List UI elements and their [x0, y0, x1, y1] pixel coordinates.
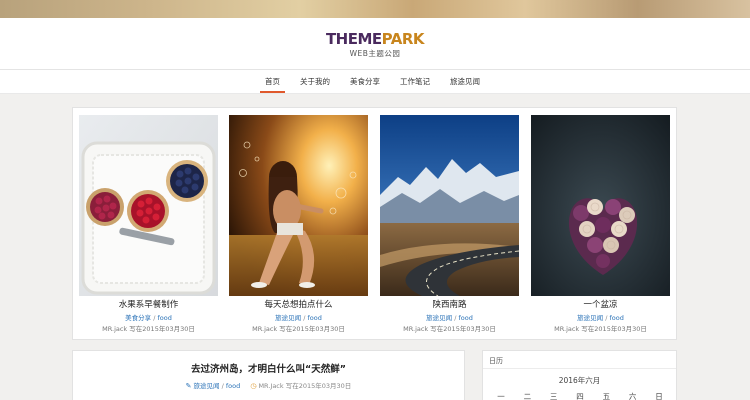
nav-item-home[interactable]: 首页: [255, 70, 290, 94]
card-category: 旅途见闻 / food: [426, 314, 473, 322]
featured-card[interactable]: 陕西南路 旅途见闻 / food MR.jack 写在2015年03月30日: [380, 115, 519, 333]
calendar-weekdays: 一 二 三 四 五 六 日: [491, 391, 669, 400]
category-link[interactable]: 美食分享: [125, 314, 151, 322]
card-title[interactable]: 陕西南路: [380, 300, 519, 311]
card-category: 旅途见闻 / food: [275, 314, 322, 322]
card-date: 写在2015年03月30日: [430, 325, 496, 333]
weekday-mon: 一: [497, 392, 505, 400]
main-nav: 首页 关于我的 美食分享 工作笔记 旅途见闻: [0, 70, 750, 94]
clock-icon: ◷: [250, 382, 257, 390]
featured-posts: 水果系早餐制作 美食分享 / food MR.jack 写在2015年03月30…: [72, 107, 677, 340]
site-header: THEMEPARK WEB主题公园: [0, 18, 750, 70]
featured-card[interactable]: 一个盆凉 旅途见闻 / food MR.jack 写在2015年03月30日: [531, 115, 670, 333]
weekday-wed: 三: [549, 392, 558, 400]
calendar-caption: 2016年六月: [558, 376, 601, 385]
card-meta: MR.jack 写在2015年03月30日: [79, 325, 218, 333]
tag-link[interactable]: food: [226, 382, 240, 390]
logo-wordmark-park: PARK: [381, 30, 425, 48]
category-link[interactable]: 旅途见闻: [275, 314, 301, 322]
post-author: MR.Jack: [258, 382, 284, 390]
widget-title: 日历: [489, 357, 503, 365]
widget-divider: [483, 368, 676, 369]
nav-item-notes[interactable]: 工作笔记: [390, 70, 440, 94]
nav-item-about[interactable]: 关于我的: [290, 70, 340, 94]
tag-link[interactable]: food: [157, 314, 171, 322]
fruit-tart-image[interactable]: [79, 115, 218, 296]
nav-item-travel[interactable]: 旅途见闻: [440, 70, 490, 94]
edit-icon: ✎: [185, 382, 192, 390]
category-link[interactable]: 旅途见闻: [577, 314, 603, 322]
card-date: 写在2015年03月30日: [279, 325, 345, 333]
weekday-sun: 日: [655, 392, 663, 400]
tag-link[interactable]: food: [458, 314, 472, 322]
logo-wordmark: THEMEPARK: [300, 32, 450, 47]
card-meta: MR.jack 写在2015年03月30日: [380, 325, 519, 333]
flower-heart-image[interactable]: [531, 115, 670, 296]
card-meta: MR.jack 写在2015年03月30日: [229, 325, 368, 333]
card-date: 写在2015年03月30日: [129, 325, 195, 333]
nav-list: 首页 关于我的 美食分享 工作笔记 旅途见闻: [255, 70, 490, 94]
post-title[interactable]: 去过济州岛，才明白什么叫“天然鲜”: [73, 364, 464, 376]
weekday-sat: 六: [628, 392, 637, 400]
weekday-thu: 四: [576, 392, 584, 400]
top-banner-photo: [0, 0, 750, 18]
card-category: 美食分享 / food: [125, 314, 172, 322]
mountain-road-image[interactable]: [380, 115, 519, 296]
featured-card[interactable]: 水果系早餐制作 美食分享 / food MR.jack 写在2015年03月30…: [79, 115, 218, 333]
site-logo[interactable]: THEMEPARK WEB主题公园: [300, 32, 450, 58]
post-meta: ✎ 旅途见闻 / food ◷ MR.Jack 写在2015年03月30日: [185, 382, 352, 390]
card-date: 写在2015年03月30日: [581, 325, 647, 333]
card-author: MR.jack: [102, 325, 128, 333]
logo-wordmark-theme: THEME: [325, 30, 382, 48]
card-title[interactable]: 水果系早餐制作: [79, 300, 218, 311]
tag-link[interactable]: food: [307, 314, 321, 322]
post-card: 去过济州岛，才明白什么叫“天然鲜” ✎ 旅途见闻 / food ◷ MR.Jack …: [72, 350, 465, 400]
category-link[interactable]: 旅途见闻: [426, 314, 452, 322]
bubble-girl-image[interactable]: [229, 115, 368, 296]
card-author: MR.jack: [252, 325, 278, 333]
card-author: MR.jack: [554, 325, 580, 333]
card-title[interactable]: 每天总想拍点什么: [229, 300, 368, 311]
card-title[interactable]: 一个盆凉: [531, 300, 670, 311]
weekday-tue: 二: [523, 392, 532, 400]
tag-link[interactable]: food: [609, 314, 623, 322]
category-link[interactable]: 旅途见闻: [194, 382, 220, 390]
logo-subtitle: WEB主题公园: [349, 49, 401, 58]
post-date: 写在2015年03月30日: [285, 382, 352, 390]
nav-item-food[interactable]: 美食分享: [340, 70, 390, 94]
card-author: MR.jack: [403, 325, 429, 333]
calendar-widget: 日历 2016年六月 一 二 三 四 五 六 日: [482, 350, 677, 400]
card-meta: MR.jack 写在2015年03月30日: [531, 325, 670, 333]
weekday-fri: 五: [602, 392, 611, 400]
featured-card[interactable]: 每天总想拍点什么 旅途见闻 / food MR.jack 写在2015年03月3…: [229, 115, 368, 333]
card-category: 旅途见闻 / food: [577, 314, 624, 322]
